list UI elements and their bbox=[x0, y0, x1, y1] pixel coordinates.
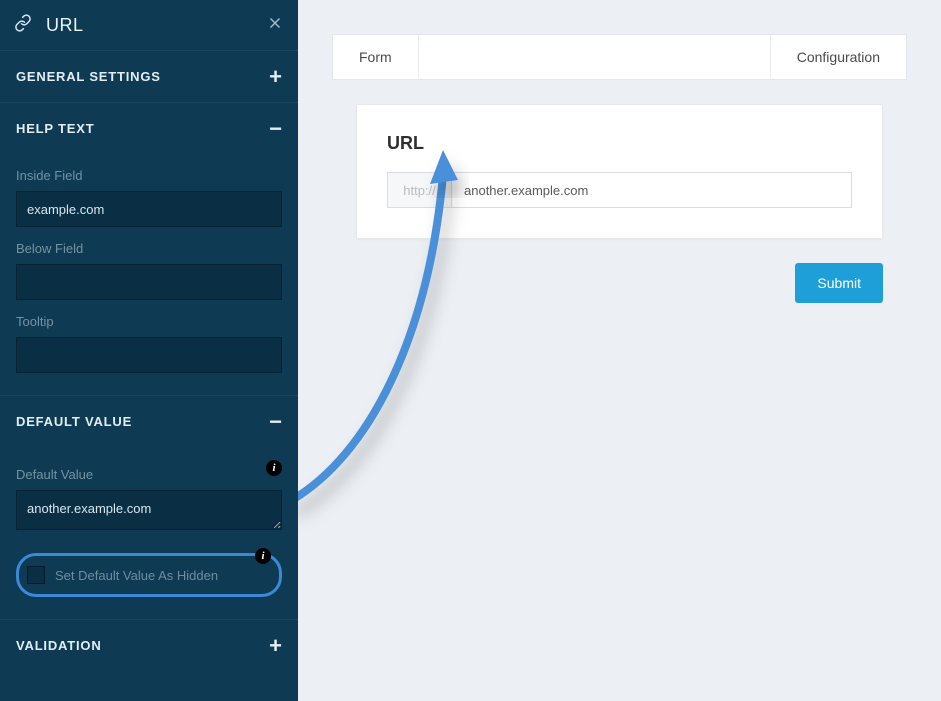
section-title: GENERAL SETTINGS bbox=[16, 69, 161, 84]
section-general-settings: GENERAL SETTINGS + bbox=[0, 50, 298, 102]
set-default-hidden-checkbox[interactable] bbox=[27, 566, 45, 584]
tooltip-label: Tooltip bbox=[16, 314, 282, 329]
minus-icon: − bbox=[269, 415, 282, 429]
form-canvas: URL http:// Submit bbox=[332, 104, 907, 303]
close-icon[interactable] bbox=[266, 12, 284, 38]
section-header-validation[interactable]: VALIDATION + bbox=[0, 620, 298, 671]
section-title: HELP TEXT bbox=[16, 121, 94, 136]
section-default-value: DEFAULT VALUE − Default Value i i Set De… bbox=[0, 395, 298, 619]
submit-row: Submit bbox=[332, 263, 883, 303]
url-field-title: URL bbox=[387, 133, 852, 154]
field-settings-sidebar: URL GENERAL SETTINGS + HELP TEXT − Insid… bbox=[0, 0, 298, 701]
section-header-help[interactable]: HELP TEXT − bbox=[0, 103, 298, 154]
submit-button[interactable]: Submit bbox=[795, 263, 883, 303]
tab-configuration[interactable]: Configuration bbox=[770, 35, 906, 79]
tooltip-input[interactable] bbox=[16, 337, 282, 373]
sidebar-header: URL bbox=[0, 0, 298, 50]
section-body-default: Default Value i i Set Default Value As H… bbox=[0, 453, 298, 619]
section-validation: VALIDATION + bbox=[0, 619, 298, 671]
section-header-default[interactable]: DEFAULT VALUE − bbox=[0, 396, 298, 447]
tab-form[interactable]: Form bbox=[333, 35, 419, 79]
section-body-help: Inside Field Below Field Tooltip bbox=[0, 168, 298, 395]
section-help-text: HELP TEXT − Inside Field Below Field Too… bbox=[0, 102, 298, 395]
default-value-label: Default Value bbox=[16, 467, 93, 482]
form-preview-area: Form Configuration URL http:// Submit bbox=[298, 0, 941, 701]
preview-tabs: Form Configuration bbox=[332, 34, 907, 80]
inside-field-label: Inside Field bbox=[16, 168, 282, 183]
url-field-card: URL http:// bbox=[356, 104, 883, 239]
below-field-input[interactable] bbox=[16, 264, 282, 300]
info-icon[interactable]: i bbox=[266, 460, 282, 476]
minus-icon: − bbox=[269, 122, 282, 136]
info-icon[interactable]: i bbox=[255, 548, 271, 564]
set-default-hidden-label: Set Default Value As Hidden bbox=[55, 568, 218, 583]
below-field-label: Below Field bbox=[16, 241, 282, 256]
plus-icon: + bbox=[269, 639, 282, 653]
section-title: VALIDATION bbox=[16, 638, 102, 653]
section-title: DEFAULT VALUE bbox=[16, 414, 132, 429]
url-input-group: http:// bbox=[387, 172, 852, 208]
sidebar-title: URL bbox=[46, 15, 266, 36]
url-input[interactable] bbox=[452, 173, 851, 207]
url-prefix-label: http:// bbox=[388, 173, 452, 207]
section-header-general[interactable]: GENERAL SETTINGS + bbox=[0, 51, 298, 102]
link-icon bbox=[14, 14, 32, 37]
default-value-input[interactable] bbox=[16, 490, 282, 530]
plus-icon: + bbox=[269, 70, 282, 84]
inside-field-input[interactable] bbox=[16, 191, 282, 227]
set-default-hidden-row[interactable]: i Set Default Value As Hidden bbox=[16, 553, 282, 597]
